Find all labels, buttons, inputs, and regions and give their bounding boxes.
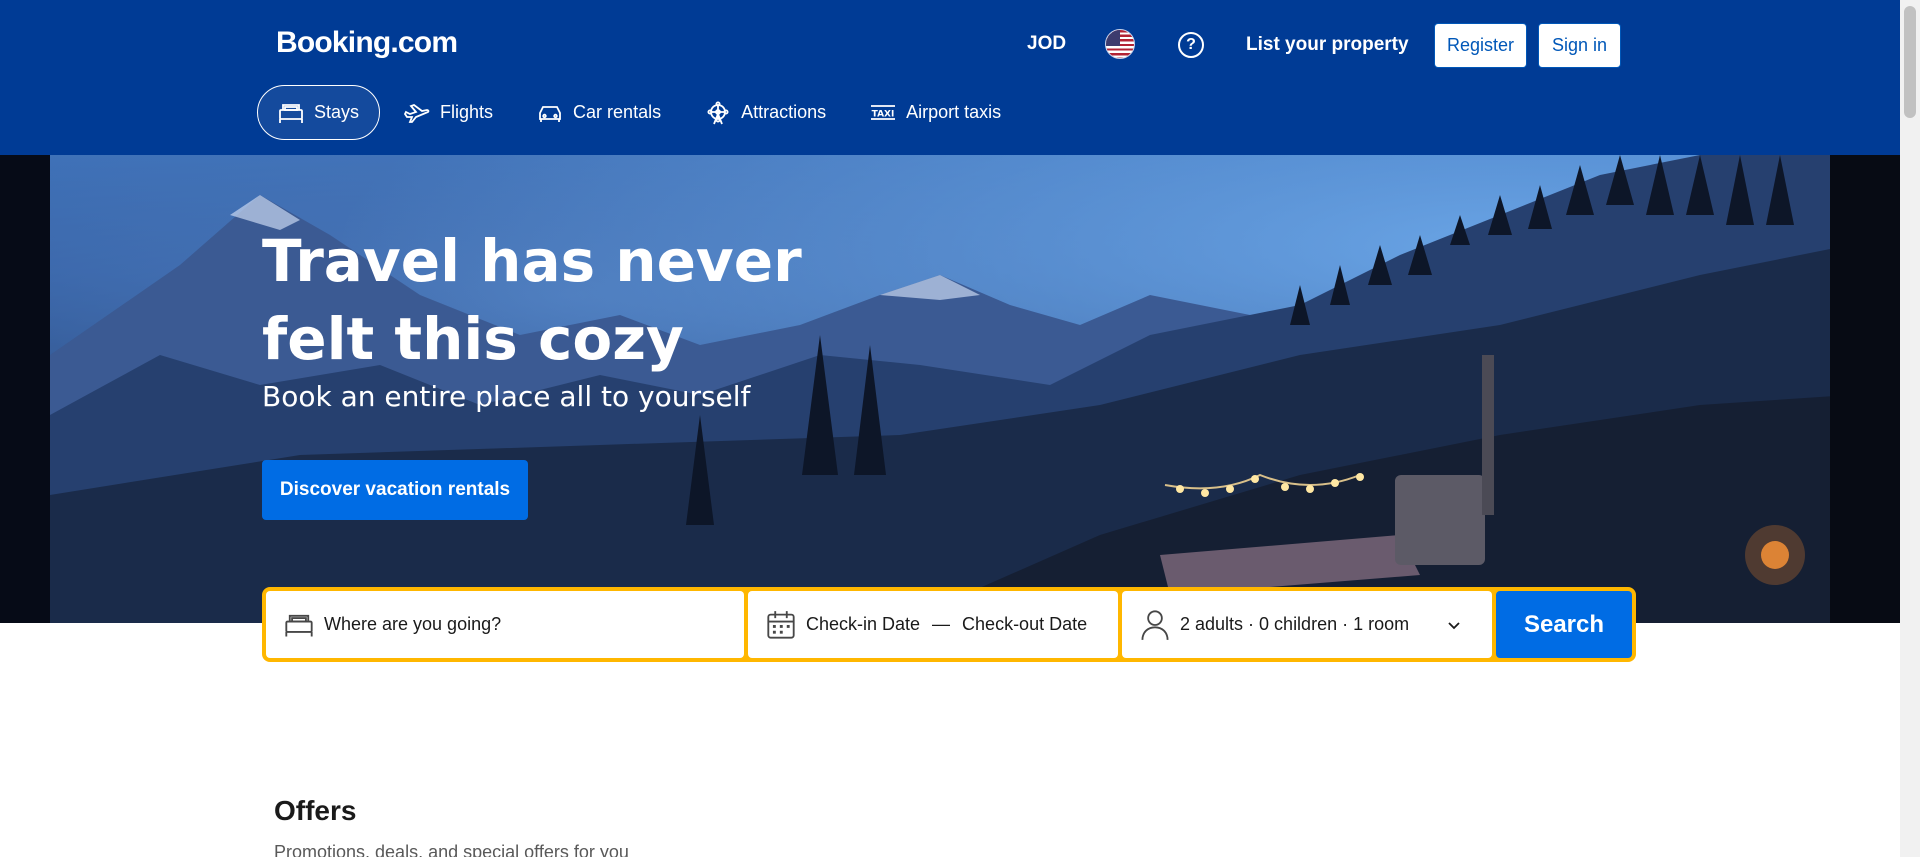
person-icon (1141, 609, 1169, 640)
date-separator: — (932, 614, 951, 634)
bed-icon (285, 614, 313, 637)
destination-input[interactable]: Where are you going? (266, 591, 744, 658)
date-range-picker[interactable]: Check-in Date — Check-out Date (748, 591, 1118, 658)
help-icon[interactable]: ? (1178, 32, 1204, 58)
checkin-date[interactable]: Check-in Date (806, 614, 920, 635)
calendar-icon (767, 610, 795, 639)
hero-title: Travel has never felt this cozy (262, 222, 822, 378)
tab-car-rentals[interactable]: Car rentals (517, 85, 681, 140)
site-header: Booking.com JOD ? List your property Reg… (0, 0, 1900, 155)
currency-selector[interactable]: JOD (1027, 33, 1066, 55)
hero-title-line: Travel has never (262, 227, 802, 295)
discover-vacation-rentals-button[interactable]: Discover vacation rentals (262, 460, 528, 520)
checkout-date[interactable]: Check-out Date (962, 614, 1087, 635)
tab-stays[interactable]: Stays (257, 85, 381, 140)
svg-text:TAXI: TAXI (872, 109, 895, 119)
car-icon (539, 105, 561, 122)
guests-selector[interactable]: 2 adults · 0 children · 1 room (1122, 591, 1492, 658)
register-button[interactable]: Register (1434, 23, 1527, 68)
tab-label: Airport taxis (906, 102, 1002, 122)
hero-right-edge (1830, 155, 1900, 623)
chevron-down-icon (1448, 622, 1460, 630)
offers-heading: Offers (274, 795, 357, 826)
booking-logo[interactable]: Booking.com (276, 26, 458, 60)
page-scrollbar[interactable] (1900, 0, 1920, 857)
tab-flights[interactable]: Flights (384, 85, 513, 140)
ferris-wheel-icon (707, 100, 729, 124)
tab-attractions[interactable]: Attractions (685, 85, 846, 140)
hero-title-line: felt this cozy (262, 305, 684, 373)
us-flag-icon[interactable] (1105, 29, 1135, 59)
tab-label: Stays (314, 102, 360, 122)
tab-label: Flights (440, 102, 494, 122)
offers-subtitle: Promotions, deals, and special offers fo… (274, 842, 629, 857)
list-your-property-link[interactable]: List your property (1246, 34, 1409, 56)
guests-summary: 2 adults · 0 children · 1 room (1180, 614, 1410, 634)
search-button[interactable]: Search (1496, 591, 1632, 658)
tab-airport-taxis[interactable]: TAXI Airport taxis (850, 85, 1021, 140)
tab-label: Attractions (741, 102, 827, 122)
product-tabs: Stays Flights Car rentals Attractions TA… (257, 85, 1025, 140)
scrollbar-thumb[interactable] (1904, 6, 1916, 118)
hero-left-edge (0, 155, 50, 623)
sign-in-button[interactable]: Sign in (1538, 23, 1621, 68)
bed-icon (279, 103, 303, 123)
taxi-icon: TAXI (871, 104, 896, 120)
search-bar: Where are you going? Check-in Date — Che… (262, 587, 1636, 662)
hero-subtitle: Book an entire place all to yourself (262, 380, 751, 413)
plane-icon (404, 103, 430, 123)
tab-label: Car rentals (573, 102, 662, 122)
destination-placeholder: Where are you going? (324, 614, 502, 634)
